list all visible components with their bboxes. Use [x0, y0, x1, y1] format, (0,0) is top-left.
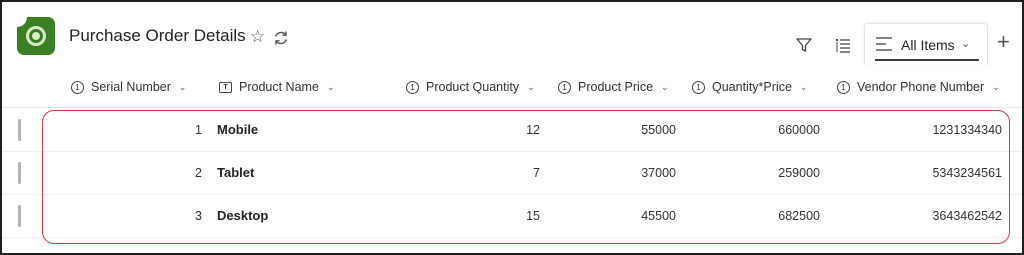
table-row[interactable]: 3 Desktop 15 45500 682500 3643462542: [2, 195, 1022, 238]
view-selector-tab[interactable]: All Items ⌄: [864, 23, 988, 65]
chevron-down-icon: ⌄: [527, 81, 535, 92]
column-header-label: Product Name: [239, 80, 319, 94]
chevron-down-icon: ⌄: [799, 81, 808, 92]
chevron-down-icon: ⌄: [661, 81, 669, 92]
text-column-icon: T: [219, 81, 232, 93]
column-header-label: Product Price: [578, 80, 654, 94]
lines-icon: [876, 37, 892, 51]
list-frame: Purchase Order Details ☆ All Items ⌄ + 1…: [0, 0, 1024, 255]
column-header-label: Serial Number: [91, 80, 171, 94]
star-icon[interactable]: ☆: [250, 27, 265, 47]
cell-product-name[interactable]: Mobile: [217, 122, 258, 137]
chevron-down-icon: ⌄: [992, 81, 1000, 92]
row-select-handle[interactable]: [18, 205, 21, 227]
column-header-product-quantity[interactable]: 1 Product Quantity ⌄: [406, 80, 535, 94]
column-header-vendor-phone-number[interactable]: 1 Vendor Phone Number ⌄: [837, 80, 1000, 94]
edit-columns-icon[interactable]: [834, 36, 852, 54]
row-select-handle[interactable]: [18, 162, 21, 184]
cell-product-price: 37000: [641, 166, 676, 180]
cell-serial-number: 1: [195, 123, 202, 137]
column-header-serial-number[interactable]: 1 Serial Number ⌄: [71, 80, 186, 94]
list-header: Purchase Order Details ☆ All Items ⌄ +: [2, 2, 1022, 66]
cell-serial-number: 3: [195, 209, 202, 223]
sync-icon[interactable]: [272, 29, 290, 47]
cell-product-price: 55000: [641, 123, 676, 137]
cell-vendor-phone-number: 1231334340: [932, 123, 1002, 137]
chevron-down-icon: ⌄: [178, 81, 187, 92]
number-column-icon: 1: [692, 80, 705, 94]
view-tab-label: All Items: [901, 37, 955, 53]
cell-quantity-price: 660000: [778, 123, 820, 137]
cell-quantity-price: 259000: [778, 166, 820, 180]
filter-icon[interactable]: [795, 36, 813, 54]
cell-vendor-phone-number: 5343234561: [932, 166, 1002, 180]
chevron-down-icon: ⌄: [326, 81, 335, 92]
app-logo-icon[interactable]: [17, 17, 55, 55]
cell-vendor-phone-number: 3643462542: [932, 209, 1002, 223]
column-header-product-name[interactable]: T Product Name ⌄: [219, 80, 334, 94]
cell-product-quantity: 12: [526, 123, 540, 137]
column-header-row: 1 Serial Number ⌄ T Product Name ⌄ 1 Pro…: [2, 66, 1022, 108]
column-header-label: Vendor Phone Number: [857, 80, 985, 94]
column-header-label: Product Quantity: [426, 80, 520, 94]
page-title: Purchase Order Details: [69, 26, 246, 45]
number-column-icon: 1: [837, 80, 850, 94]
cell-product-quantity: 15: [526, 209, 540, 223]
cell-quantity-price: 682500: [778, 209, 820, 223]
number-column-icon: 1: [558, 80, 571, 94]
chevron-down-icon: ⌄: [961, 38, 971, 50]
number-column-icon: 1: [71, 80, 84, 94]
table-row[interactable]: 1 Mobile 12 55000 660000 1231334340: [2, 109, 1022, 152]
add-view-button[interactable]: +: [997, 31, 1010, 53]
cell-product-name[interactable]: Tablet: [217, 165, 254, 180]
active-view-underline: [875, 59, 979, 61]
number-column-icon: 1: [406, 80, 419, 94]
column-header-label: Quantity*Price: [712, 80, 792, 94]
cell-product-quantity: 7: [533, 166, 540, 180]
cell-product-price: 45500: [641, 209, 676, 223]
row-select-handle[interactable]: [18, 119, 21, 141]
column-header-product-price[interactable]: 1 Product Price ⌄: [558, 80, 669, 94]
cell-product-name[interactable]: Desktop: [217, 208, 268, 223]
cell-serial-number: 2: [195, 166, 202, 180]
table-row[interactable]: 2 Tablet 7 37000 259000 5343234561: [2, 152, 1022, 195]
column-header-quantity-price[interactable]: 1 Quantity*Price ⌄: [692, 80, 807, 94]
